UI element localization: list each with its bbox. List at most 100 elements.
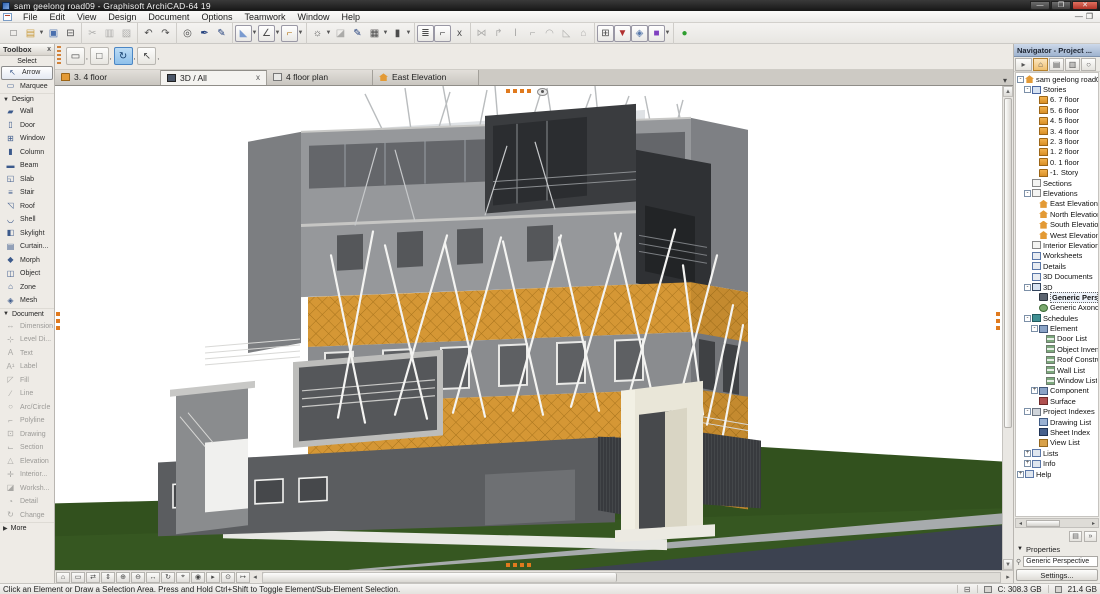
slope-options-icon[interactable]: ∠: [258, 25, 275, 42]
publisher-icon[interactable]: ○: [1081, 58, 1096, 71]
scroll-left-icon[interactable]: ◂: [250, 573, 260, 581]
tool-beam[interactable]: ▬Beam: [0, 159, 54, 173]
tree-item-generic-perspective[interactable]: Generic Perspective: [1016, 292, 1098, 302]
nav-scroll-right-icon[interactable]: ▸: [1089, 520, 1098, 527]
tool-window[interactable]: ⊞Window: [0, 132, 54, 146]
tool-zone[interactable]: ⌂Zone: [0, 281, 54, 295]
tree-item-sections[interactable]: Sections: [1016, 178, 1098, 188]
arrow-tool-options-dropdown-icon[interactable]: ▼: [251, 30, 258, 36]
construction-options-icon[interactable]: ⌐: [281, 25, 298, 42]
open-file-dropdown-icon[interactable]: ▼: [38, 30, 45, 36]
tree-item-info[interactable]: +Info: [1016, 458, 1098, 468]
project-chooser-icon[interactable]: ▸: [1015, 58, 1032, 71]
menu-edit[interactable]: Edit: [44, 11, 72, 23]
menu-teamwork[interactable]: Teamwork: [238, 11, 291, 23]
3d-viewport[interactable]: ▲ ▼: [55, 86, 1013, 570]
3d-visualization-icon[interactable]: ◈: [631, 25, 648, 42]
virtual-trace-icon[interactable]: ⊞: [597, 25, 614, 42]
redo-icon[interactable]: ↷: [157, 25, 174, 42]
project-map-icon[interactable]: ⌂: [1033, 58, 1048, 71]
view-map-icon[interactable]: ▤: [1049, 58, 1064, 71]
undo-icon[interactable]: ↶: [140, 25, 157, 42]
tree-item-help[interactable]: +Help: [1016, 469, 1098, 479]
mdi-minimize-button[interactable]: —: [1075, 12, 1083, 22]
arrow-cursor-tool-flyout-icon[interactable]: ‚: [157, 52, 159, 61]
navigator-settings-icon[interactable]: ▤: [1069, 531, 1082, 542]
tool-object[interactable]: ◫Object: [0, 267, 54, 281]
info-box-icon[interactable]: ⌐: [434, 25, 451, 42]
decrease-zoom-icon[interactable]: ⊖: [131, 572, 145, 583]
favorites-icon[interactable]: ≣: [417, 25, 434, 42]
pan-icon[interactable]: ↔: [146, 572, 160, 583]
tree-item-details[interactable]: Details: [1016, 261, 1098, 271]
tool-shell[interactable]: ◡Shell: [0, 213, 54, 227]
slope-options-dropdown-icon[interactable]: ▼: [274, 30, 281, 36]
tool-stair[interactable]: ≡Stair: [0, 186, 54, 200]
toolbox-close-icon[interactable]: x: [47, 46, 51, 53]
tab-overflow-icon[interactable]: ▾: [997, 76, 1013, 85]
tool-roof[interactable]: ◹Roof: [0, 200, 54, 214]
layers-dropdown-icon[interactable]: ▼: [382, 30, 389, 36]
tool-arrow[interactable]: ↖Arrow: [1, 66, 53, 80]
look-to-icon[interactable]: ◉: [191, 572, 205, 583]
navigator-expand-icon[interactable]: »: [1084, 531, 1097, 542]
elevation-marker-top[interactable]: [506, 89, 532, 93]
tree-item-surface[interactable]: Surface: [1016, 396, 1098, 406]
tree-item-roof-constructions[interactable]: Roof Constructions: [1016, 355, 1098, 365]
tree-item-stories[interactable]: -Stories: [1016, 84, 1098, 94]
tree-item-worksheets[interactable]: Worksheets: [1016, 251, 1098, 261]
tree-item-4-5-floor[interactable]: 4. 5 floor: [1016, 116, 1098, 126]
mdi-restore-button[interactable]: ❐: [1086, 12, 1093, 22]
inject-parameters-icon[interactable]: ✎: [213, 25, 230, 42]
tool-door[interactable]: ▯Door: [0, 119, 54, 133]
construction-options-dropdown-icon[interactable]: ▼: [297, 30, 304, 36]
toolbox-section-more[interactable]: ▶More: [0, 522, 54, 534]
tool-column[interactable]: ▮Column: [0, 146, 54, 160]
tree-item-sam-geelong-road09[interactable]: -sam geelong road09: [1016, 74, 1098, 84]
3d-cutaway-icon[interactable]: ■: [648, 25, 665, 42]
tool-mesh[interactable]: ◈Mesh: [0, 294, 54, 308]
navigator-h-scrollbar[interactable]: ◂ ▸: [1015, 518, 1099, 528]
tree-item-door-list[interactable]: Door List: [1016, 334, 1098, 344]
arrow-cursor-tool-icon[interactable]: ↖: [137, 47, 156, 65]
menu-design[interactable]: Design: [102, 11, 142, 23]
tree-item-0-1-floor[interactable]: 0. 1 floor: [1016, 157, 1098, 167]
pen-icon[interactable]: ✎: [349, 25, 366, 42]
increase-zoom-icon[interactable]: ⊕: [116, 572, 130, 583]
scroll-down-icon[interactable]: ▼: [1003, 559, 1013, 570]
tree-item-generic-axonometry[interactable]: Generic Axonometry: [1016, 303, 1098, 313]
structure-display-icon[interactable]: ▮: [389, 25, 406, 42]
zoom-selected-icon[interactable]: ⊙: [221, 572, 235, 583]
elevation-marker-right[interactable]: [996, 312, 1000, 332]
tab-3-4-floor[interactable]: 3. 4 floor: [55, 70, 161, 85]
arrow-tool-options-icon[interactable]: ◣: [235, 25, 252, 42]
menu-file[interactable]: File: [17, 11, 44, 23]
tree-item-1-story[interactable]: -1. Story: [1016, 168, 1098, 178]
layers-icon[interactable]: ▦: [366, 25, 383, 42]
tree-item-window-list[interactable]: Window List: [1016, 375, 1098, 385]
vertical-scroll-thumb[interactable]: [1004, 98, 1012, 428]
expand-icon[interactable]: +: [1024, 450, 1031, 457]
expand-icon[interactable]: +: [1017, 471, 1024, 478]
find-select-icon[interactable]: ◎: [179, 25, 196, 42]
box-selection-tool-icon[interactable]: □: [90, 47, 109, 65]
properties-header[interactable]: ▼ Properties: [1014, 543, 1100, 555]
scroll-zoom-icon[interactable]: ⇄: [86, 572, 100, 583]
tree-item-sheet-index[interactable]: Sheet Index: [1016, 427, 1098, 437]
menu-help[interactable]: Help: [336, 11, 367, 23]
tree-item-object-inventory[interactable]: Object Inventory: [1016, 344, 1098, 354]
new-document-icon[interactable]: □: [5, 25, 22, 42]
tab-close-icon[interactable]: x: [248, 73, 260, 82]
scroll-right-icon[interactable]: ▸: [1003, 573, 1013, 581]
tree-item-2-3-floor[interactable]: 2. 3 floor: [1016, 136, 1098, 146]
tool-morph[interactable]: ◆Morph: [0, 254, 54, 268]
autosave-indicator-icon[interactable]: ●: [676, 25, 693, 42]
sun-settings-dropdown-icon[interactable]: ▼: [325, 30, 332, 36]
tree-item-3d[interactable]: -3D: [1016, 282, 1098, 292]
explore-icon[interactable]: ▸: [206, 572, 220, 583]
menu-document[interactable]: Document: [142, 11, 195, 23]
close-panel-icon[interactable]: x: [451, 25, 468, 42]
tree-item-element[interactable]: -Element: [1016, 323, 1098, 333]
tab-east-elevation[interactable]: East Elevation: [373, 70, 479, 85]
marquee-tool-icon[interactable]: ▭: [66, 47, 85, 65]
